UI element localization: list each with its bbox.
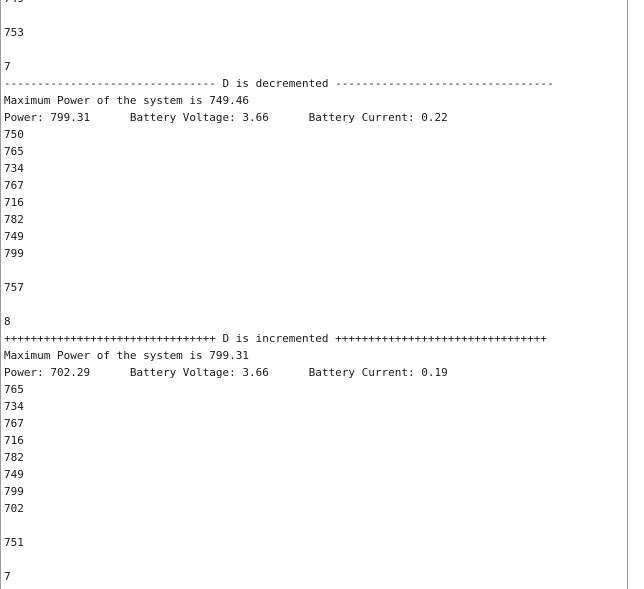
output-line: 7 [4, 60, 11, 73]
output-line: 8 [4, 315, 11, 328]
output-line: 749 [4, 0, 554, 7]
serial-monitor-output[interactable]: 749 753 7 ------------------------------… [0, 0, 628, 589]
output-line: 749 [4, 230, 24, 243]
output-line: 765 [4, 145, 24, 158]
output-line: 702 [4, 502, 24, 515]
output-line [4, 551, 554, 568]
output-line [4, 517, 554, 534]
output-line: 767 [4, 417, 24, 430]
output-line: 750 [4, 128, 24, 141]
power-status-line: Power: 702.29 Battery Voltage: 3.66 Batt… [4, 366, 448, 379]
output-line: 749 [4, 468, 24, 481]
output-line: 7 [4, 570, 11, 583]
output-line [4, 41, 554, 58]
output-line: 734 [4, 400, 24, 413]
output-line [4, 7, 554, 24]
decrement-separator-line: -------------------------------- D is de… [4, 77, 554, 90]
output-line: 767 [4, 179, 24, 192]
max-power-line: Maximum Power of the system is 799.31 [4, 349, 250, 362]
output-line: 782 [4, 451, 24, 464]
output-line: 782 [4, 213, 24, 226]
output-line: 753 [4, 26, 24, 39]
output-line: 716 [4, 196, 24, 209]
output-line [4, 296, 554, 313]
output-lines: 749 753 7 ------------------------------… [4, 0, 554, 585]
output-line: 757 [4, 281, 24, 294]
output-line: 734 [4, 162, 24, 175]
output-line [4, 262, 554, 279]
output-line: 799 [4, 247, 24, 260]
increment-separator-line: ++++++++++++++++++++++++++++++++ D is in… [4, 332, 548, 345]
output-line: 765 [4, 383, 24, 396]
output-line: 716 [4, 434, 24, 447]
output-line: 799 [4, 485, 24, 498]
power-status-line: Power: 799.31 Battery Voltage: 3.66 Batt… [4, 111, 448, 124]
max-power-line: Maximum Power of the system is 749.46 [4, 94, 250, 107]
output-line: 751 [4, 536, 24, 549]
